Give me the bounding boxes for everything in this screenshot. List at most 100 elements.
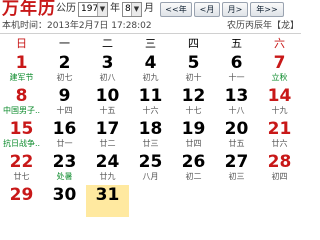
day-number: 10: [95, 86, 120, 106]
day-number: 29: [9, 185, 34, 205]
month-suffix: 月: [144, 3, 154, 14]
year-select[interactable]: 1976 ▼: [78, 2, 108, 17]
day-cell[interactable]: 3 初八: [86, 53, 129, 86]
year-suffix: 年: [110, 3, 120, 14]
month-select[interactable]: 8 ▼: [122, 2, 142, 17]
day-cell[interactable]: 20 廿五: [215, 119, 258, 152]
lunar-date: 初九: [142, 73, 159, 82]
month-select-value: 8: [125, 4, 131, 14]
current-time: 本机时间：2013年2月7日 17:28:02: [2, 21, 152, 31]
prev-year-button[interactable]: <<年: [160, 2, 192, 17]
day-number: 3: [101, 53, 114, 73]
weekday-label: 二: [102, 37, 113, 50]
dropdown-arrow-icon: ▼: [97, 3, 107, 16]
lunar-date: 立秋: [271, 73, 288, 82]
day-cell[interactable]: 10 十五: [86, 86, 129, 119]
day-cell[interactable]: 5 初十: [172, 53, 215, 86]
lunar-date: 初八: [99, 73, 116, 82]
day-cell[interactable]: 16 廿一: [43, 119, 86, 152]
day-number: 5: [187, 53, 200, 73]
day-number: 22: [9, 152, 34, 172]
day-number: 17: [95, 119, 120, 139]
day-cell[interactable]: 23 处暑: [43, 152, 86, 185]
day-number: 2: [58, 53, 71, 73]
lunar-date: 廿六: [271, 139, 288, 148]
lunar-date: 廿四: [185, 139, 202, 148]
day-cell[interactable]: 6 十一: [215, 53, 258, 86]
day-cell[interactable]: 26 初二: [172, 152, 215, 185]
day-cell[interactable]: 1 建军节: [0, 53, 43, 86]
lunar-date: 十四: [56, 106, 73, 115]
day-cell[interactable]: 19 廿四: [172, 119, 215, 152]
next-year-button[interactable]: 年>>: [250, 2, 284, 17]
day-cell[interactable]: 8 中国男子..: [0, 86, 43, 119]
day-number: 11: [138, 86, 163, 106]
day-cell[interactable]: 31: [86, 185, 129, 217]
day-number: 4: [144, 53, 157, 73]
lunar-date: 廿二: [99, 139, 116, 148]
lunar-date: 廿五: [228, 139, 245, 148]
lunar-date: 处暑: [56, 172, 73, 181]
day-cell[interactable]: 12 十七: [172, 86, 215, 119]
lunar-date: 中国男子..: [2, 106, 41, 115]
day-number: 8: [15, 86, 28, 106]
day-number: 18: [138, 119, 163, 139]
day-number: 28: [267, 152, 292, 172]
lunar-date: 初二: [185, 172, 202, 181]
day-cell[interactable]: 25 八月: [129, 152, 172, 185]
prev-month-button[interactable]: <月: [194, 2, 220, 17]
day-number: 30: [52, 185, 77, 205]
next-month-button[interactable]: 月>: [222, 2, 248, 17]
day-cell[interactable]: 27 初三: [215, 152, 258, 185]
lunar-date: 建军节: [9, 73, 34, 82]
day-cell[interactable]: 18 廿三: [129, 119, 172, 152]
toolbar: 万年历 公历 1976 ▼ 年 8 ▼ 月 <<年 <月 月> 年>>: [0, 0, 301, 19]
day-number: 13: [224, 86, 249, 106]
weekday-header: 日一二三四五六: [0, 35, 301, 53]
day-cell[interactable]: 29: [0, 185, 43, 217]
lunar-date: 十一: [228, 73, 245, 82]
lunar-date: 十八: [228, 106, 245, 115]
day-cell[interactable]: 22 廿七: [0, 152, 43, 185]
day-number: 16: [52, 119, 77, 139]
day-cell[interactable]: 21 廿六: [258, 119, 301, 152]
day-number: 1: [15, 53, 28, 73]
lunar-date: 抗日战争..: [2, 139, 41, 148]
app-title: 万年历: [2, 0, 56, 19]
lunar-date: 十七: [185, 106, 202, 115]
day-number: 26: [181, 152, 206, 172]
lunar-date: 十九: [271, 106, 288, 115]
lunar-date: 十五: [99, 106, 116, 115]
day-cell[interactable]: 28 初四: [258, 152, 301, 185]
day-number: 25: [138, 152, 163, 172]
day-cell[interactable]: 13 十八: [215, 86, 258, 119]
weekday-label: 六: [274, 37, 285, 50]
day-cell[interactable]: 14 十九: [258, 86, 301, 119]
day-cell[interactable]: 7 立秋: [258, 53, 301, 86]
lunar-date: 廿一: [56, 139, 73, 148]
era-label: 公历: [56, 3, 76, 14]
lunar-date: 初四: [271, 172, 288, 181]
day-cell[interactable]: 15 抗日战争..: [0, 119, 43, 152]
day-number: 19: [181, 119, 206, 139]
day-number: 20: [224, 119, 249, 139]
day-cell[interactable]: 2 初七: [43, 53, 86, 86]
day-number: 31: [95, 185, 120, 205]
lunar-date: 廿七: [13, 172, 30, 181]
day-cell[interactable]: 17 廿二: [86, 119, 129, 152]
day-cell[interactable]: 24 廿九: [86, 152, 129, 185]
day-number: 27: [224, 152, 249, 172]
lunar-date: 初三: [228, 172, 245, 181]
day-number: 9: [58, 86, 71, 106]
weekday-label: 日: [16, 37, 27, 50]
day-cell[interactable]: 4 初九: [129, 53, 172, 86]
day-cell[interactable]: 30: [43, 185, 86, 217]
weekday-label: 三: [145, 37, 156, 50]
lunar-year: 农历丙辰年【龙】: [226, 21, 299, 31]
lunar-date: 初十: [185, 73, 202, 82]
day-cell[interactable]: 9 十四: [43, 86, 86, 119]
day-cell[interactable]: 11 十六: [129, 86, 172, 119]
weekday-label: 五: [231, 37, 242, 50]
lunar-date: 廿三: [142, 139, 159, 148]
dropdown-arrow-icon: ▼: [131, 3, 141, 16]
